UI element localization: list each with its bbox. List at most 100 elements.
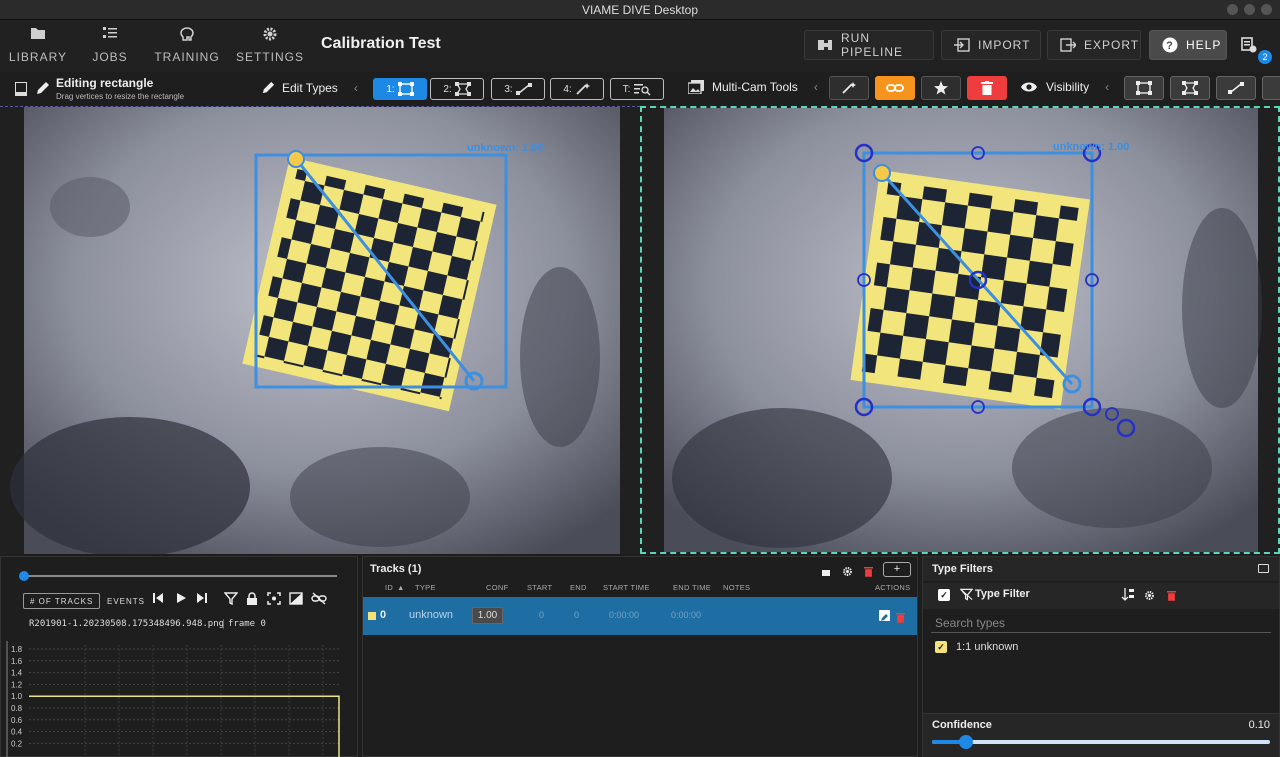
show-lines-button[interactable] xyxy=(1216,76,1256,100)
lock-icon[interactable] xyxy=(246,592,258,608)
annotation-label-left: unknown: 1.00 xyxy=(467,142,543,154)
multicam-tools-menu[interactable]: Multi-Cam Tools ‹ xyxy=(688,80,818,94)
edit-types-label: Edit Types xyxy=(282,80,338,95)
rectangle-icon xyxy=(1136,81,1152,95)
trash-icon[interactable] xyxy=(1167,588,1176,606)
pipeline-icon xyxy=(818,40,832,50)
col-end[interactable]: END xyxy=(570,583,587,592)
link-off-icon[interactable] xyxy=(311,592,327,608)
confidence-slider-row: Confidence 0.10 xyxy=(923,713,1279,757)
filter-icon[interactable] xyxy=(223,592,239,608)
col-type[interactable]: TYPE xyxy=(415,583,436,592)
col-notes[interactable]: NOTES xyxy=(723,583,750,592)
chart-tick-label: 0.6 xyxy=(11,716,23,725)
text-search-icon xyxy=(634,84,651,96)
track-start-time[interactable]: 0:00:00 xyxy=(609,610,639,620)
nav-training[interactable]: TRAINING xyxy=(148,26,226,66)
camera-view-left[interactable]: unknown: 1.00 xyxy=(0,106,640,554)
track-confidence[interactable]: 1.00 xyxy=(472,607,503,624)
multicam-label: Multi-Cam Tools xyxy=(712,80,798,94)
export-button[interactable]: EXPORT xyxy=(1047,30,1141,60)
edit-pencil-icon xyxy=(262,81,275,94)
chevron-left-icon: ‹ xyxy=(353,80,358,95)
track-type[interactable]: unknown xyxy=(409,609,453,621)
rectangle-key-label: 1: xyxy=(386,83,395,95)
frame-slider-knob[interactable] xyxy=(19,571,29,581)
visibility-label: Visibility xyxy=(1046,80,1090,94)
skip-previous-icon[interactable] xyxy=(152,592,164,607)
text-type-button[interactable]: T: xyxy=(610,78,664,100)
polygon-type-button[interactable]: 2: xyxy=(430,78,484,100)
help-icon: ? xyxy=(1162,37,1178,53)
visibility-menu[interactable]: Visibility ‹ xyxy=(1020,80,1109,94)
play-icon[interactable] xyxy=(175,592,187,607)
line-type-button[interactable]: 3: xyxy=(491,78,545,100)
show-rectangles-button[interactable] xyxy=(1124,76,1164,100)
sort-icon[interactable] xyxy=(1121,587,1135,606)
help-button[interactable]: ? HELP xyxy=(1149,30,1227,60)
add-track-button[interactable]: + xyxy=(883,562,911,577)
col-end-time[interactable]: END TIME xyxy=(673,583,711,592)
select-all-checkbox[interactable]: ✓ xyxy=(938,589,950,601)
gear-icon[interactable] xyxy=(842,564,853,582)
nav-jobs[interactable]: JOBS xyxy=(72,26,148,66)
table-row[interactable]: 0 unknown 1.00 0 0 0:00:00 0:00:00 xyxy=(363,597,917,635)
app-bar: LIBRARY JOBS TRAINING SETTINGS Calibrati… xyxy=(0,20,1280,72)
show-polygons-button[interactable] xyxy=(1170,76,1210,100)
type-checkbox-unknown[interactable]: ✓ xyxy=(935,641,947,653)
frame-slider-track[interactable] xyxy=(21,575,337,577)
link-icon xyxy=(886,84,904,92)
confidence-slider-knob[interactable] xyxy=(958,735,973,749)
col-start-time[interactable]: START TIME xyxy=(603,583,650,592)
filter-off-icon[interactable] xyxy=(959,588,974,606)
col-start[interactable]: START xyxy=(527,583,552,592)
rectangle-type-button[interactable]: 1: xyxy=(373,78,427,100)
camera-image-left: unknown: 1.00 xyxy=(10,107,620,554)
tracks-count-chip[interactable]: # OF TRACKS xyxy=(23,593,101,609)
track-end-time[interactable]: 0:00:00 xyxy=(671,610,701,620)
col-actions: ACTIONS xyxy=(875,583,911,592)
show-text-button[interactable] xyxy=(1262,76,1280,100)
focus-icon[interactable] xyxy=(267,592,281,608)
window-title: VIAME DIVE Desktop xyxy=(581,3,699,17)
track-end[interactable]: 0 xyxy=(574,610,579,620)
editing-subtitle: Drag vertices to resize the rectangle xyxy=(56,92,185,101)
camera-view-right[interactable]: unknown: 1.00 xyxy=(640,106,1280,554)
gear-icon[interactable] xyxy=(1144,588,1155,606)
point-key-label: 4: xyxy=(563,83,572,95)
track-count-chart: 1.8 1.6 1.4 1.2 1.0 0.8 0.6 0.4 0.2 xyxy=(6,641,341,757)
star-button[interactable] xyxy=(921,76,961,100)
point-type-button[interactable]: 4: xyxy=(550,78,604,100)
run-pipeline-button[interactable]: RUN PIPELINE xyxy=(804,30,934,60)
import-button[interactable]: IMPORT xyxy=(941,30,1041,60)
sort-asc-icon[interactable]: ▲ xyxy=(397,583,405,592)
trash-icon[interactable] xyxy=(864,564,873,582)
type-filters-panel: Type Filters ✓ Type Filter Search types … xyxy=(922,556,1280,757)
image-adjust-icon[interactable] xyxy=(289,592,303,608)
chart-tick-label: 1.2 xyxy=(11,680,23,689)
line-icon xyxy=(1228,82,1244,94)
nav-library[interactable]: LIBRARY xyxy=(0,26,76,66)
search-types-input[interactable]: Search types xyxy=(931,613,1271,633)
col-id[interactable]: ID xyxy=(385,583,393,592)
collapse-panel-icon[interactable] xyxy=(1258,564,1269,573)
auto-annotate-button[interactable] xyxy=(829,76,869,100)
columns-icon[interactable] xyxy=(821,565,831,583)
edit-types-menu[interactable]: Edit Types ‹ xyxy=(261,80,358,95)
skip-next-icon[interactable] xyxy=(196,592,208,607)
eye-icon xyxy=(1021,82,1037,92)
jobs-badge: 2 xyxy=(1258,50,1272,64)
delete-button[interactable] xyxy=(967,76,1007,100)
confidence-slider-track[interactable] xyxy=(932,740,1270,744)
col-conf[interactable]: CONF xyxy=(486,583,508,592)
gear-icon xyxy=(232,26,308,46)
nav-settings[interactable]: SETTINGS xyxy=(232,26,308,66)
link-cameras-button[interactable] xyxy=(875,76,915,100)
edit-track-icon[interactable] xyxy=(879,610,890,621)
events-chip[interactable]: EVENTS xyxy=(101,593,151,609)
window-controls[interactable] xyxy=(1227,4,1272,15)
delete-track-icon[interactable] xyxy=(896,610,905,628)
jobs-status-icon[interactable] xyxy=(1240,36,1258,59)
track-start[interactable]: 0 xyxy=(539,610,544,620)
star-icon xyxy=(934,81,948,95)
